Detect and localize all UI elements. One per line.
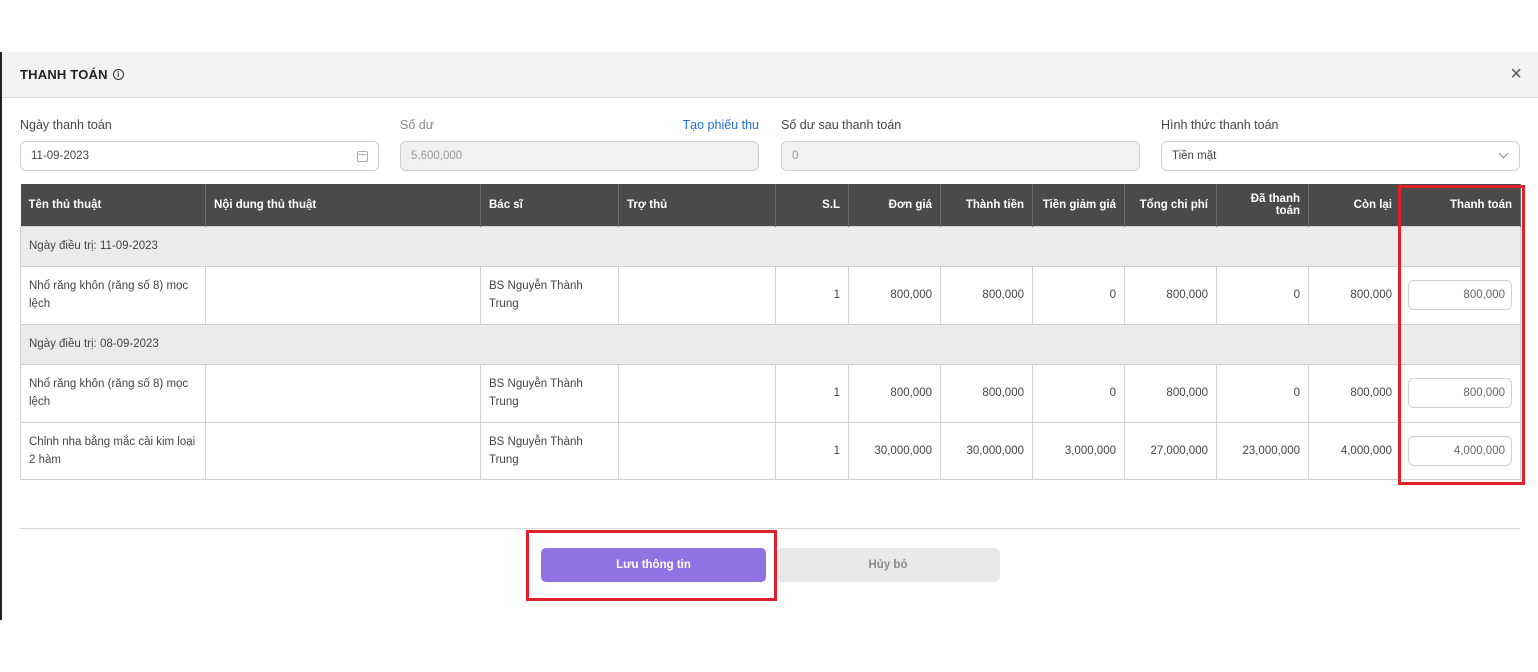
- modal-title: THANH TOÁN: [20, 67, 108, 82]
- col-header-doctor: Bác sĩ: [480, 184, 619, 226]
- payment-date-value: 11-09-2023: [31, 150, 89, 162]
- treatment-date-label: Ngày điều trị: 08-09-2023: [20, 323, 1521, 365]
- col-header-payment: Thanh toán: [1400, 184, 1521, 226]
- cell-doctor: BS Nguyễn Thành Trung: [480, 421, 619, 480]
- cell-discount: 3,000,000: [1032, 421, 1125, 480]
- cell-assistant: [618, 363, 776, 423]
- cell-discount: 0: [1032, 363, 1125, 423]
- balance-after-input: 0: [781, 141, 1140, 171]
- payment-method-value: Tiền mặt: [1172, 150, 1217, 162]
- cell-unit-price: 800,000: [848, 363, 941, 423]
- cell-payment: 4,000,000: [1400, 421, 1521, 480]
- info-icon[interactable]: i: [112, 69, 124, 80]
- create-receipt-link[interactable]: Tạo phiếu thu: [683, 118, 759, 132]
- table-row: Chỉnh nha bằng mắc cài kim loại 2 hàm BS…: [20, 421, 1521, 480]
- cell-paid: 23,000,000: [1216, 421, 1309, 480]
- cell-procedure: Chỉnh nha bằng mắc cài kim loại 2 hàm: [20, 421, 206, 480]
- cancel-button[interactable]: Hủy bỏ: [776, 548, 1000, 582]
- balance-input: 5,600,000: [400, 141, 759, 171]
- col-header-content: Nội dung thủ thuật: [205, 184, 481, 226]
- cell-qty: 1: [775, 363, 849, 423]
- balance-field: Số dư Tạo phiếu thu 5,600,000: [400, 118, 759, 171]
- payment-amount-input[interactable]: 800,000: [1408, 280, 1512, 310]
- col-header-procedure: Tên thủ thuật: [20, 184, 206, 226]
- payment-amount-input[interactable]: 800,000: [1408, 378, 1512, 408]
- cell-amount: 30,000,000: [940, 421, 1033, 480]
- cell-content: [205, 363, 481, 423]
- calendar-icon[interactable]: [357, 151, 368, 162]
- payment-method-field: Hình thức thanh toán Tiền mặt: [1161, 118, 1520, 171]
- payment-form: Ngày thanh toán 11-09-2023 Số dư Tạo phi…: [20, 118, 1520, 171]
- cell-unit-price: 800,000: [848, 265, 941, 325]
- cell-remaining: 800,000: [1308, 265, 1401, 325]
- cell-content: [205, 265, 481, 325]
- col-header-assistant: Trợ thủ: [618, 184, 776, 226]
- col-header-amount: Thành tiền: [940, 184, 1033, 226]
- cell-total: 800,000: [1124, 363, 1217, 423]
- save-button[interactable]: Lưu thông tin: [541, 548, 766, 582]
- cell-payment: 800,000: [1400, 265, 1521, 325]
- table-header-row: Tên thủ thuật Nội dung thủ thuật Bác sĩ …: [20, 184, 1521, 226]
- col-header-unit-price: Đơn giá: [848, 184, 941, 226]
- cell-amount: 800,000: [940, 265, 1033, 325]
- col-header-total: Tổng chi phí: [1124, 184, 1217, 226]
- treatment-date-label: Ngày điều trị: 11-09-2023: [20, 225, 1521, 267]
- col-header-discount: Tiền giảm giá: [1032, 184, 1125, 226]
- cell-assistant: [618, 421, 776, 480]
- payment-method-label: Hình thức thanh toán: [1161, 118, 1279, 132]
- chevron-down-icon: [1498, 148, 1509, 159]
- balance-after-label: Số dư sau thanh toán: [781, 118, 902, 132]
- cell-assistant: [618, 265, 776, 325]
- col-header-qty: S.L: [775, 184, 849, 226]
- payment-date-input[interactable]: 11-09-2023: [20, 141, 379, 171]
- footer-divider: [20, 528, 1520, 529]
- payment-amount-input[interactable]: 4,000,000: [1408, 435, 1512, 466]
- col-header-remaining: Còn lại: [1308, 184, 1401, 226]
- cell-amount: 800,000: [940, 363, 1033, 423]
- procedures-table-wrap: Tên thủ thuật Nội dung thủ thuật Bác sĩ …: [20, 184, 1521, 480]
- balance-after-field: Số dư sau thanh toán 0: [781, 118, 1140, 171]
- col-header-paid: Đã thanh toán: [1216, 184, 1309, 226]
- cell-procedure: Nhổ răng khôn (răng số 8) mọc lệch: [20, 363, 206, 423]
- cell-content: [205, 421, 481, 480]
- balance-after-value: 0: [792, 150, 799, 162]
- cell-doctor: BS Nguyễn Thành Trung: [480, 363, 619, 423]
- modal-header: THANH TOÁN i ×: [2, 52, 1538, 98]
- treatment-date-group: Ngày điều trị: 11-09-2023: [20, 225, 1521, 267]
- close-icon[interactable]: ×: [1510, 64, 1522, 84]
- cell-total: 800,000: [1124, 265, 1217, 325]
- cell-paid: 0: [1216, 265, 1309, 325]
- cell-unit-price: 30,000,000: [848, 421, 941, 480]
- payment-modal: THANH TOÁN i × Ngày thanh toán 11-09-202…: [0, 52, 1538, 620]
- cell-qty: 1: [775, 421, 849, 480]
- treatment-date-group: Ngày điều trị: 08-09-2023: [20, 323, 1521, 365]
- cell-qty: 1: [775, 265, 849, 325]
- payment-date-field: Ngày thanh toán 11-09-2023: [20, 118, 379, 171]
- cell-procedure: Nhổ răng khôn (răng số 8) mọc lệch: [20, 265, 206, 325]
- cell-paid: 0: [1216, 363, 1309, 423]
- procedures-table: Tên thủ thuật Nội dung thủ thuật Bác sĩ …: [20, 184, 1521, 480]
- payment-method-select[interactable]: Tiền mặt: [1161, 141, 1520, 171]
- cell-doctor: BS Nguyễn Thành Trung: [480, 265, 619, 325]
- cell-discount: 0: [1032, 265, 1125, 325]
- table-row: Nhổ răng khôn (răng số 8) mọc lệch BS Ng…: [20, 265, 1521, 325]
- cell-remaining: 4,000,000: [1308, 421, 1401, 480]
- cell-payment: 800,000: [1400, 363, 1521, 423]
- cell-total: 27,000,000: [1124, 421, 1217, 480]
- payment-date-label: Ngày thanh toán: [20, 118, 112, 132]
- balance-value: 5,600,000: [411, 150, 463, 162]
- cell-remaining: 800,000: [1308, 363, 1401, 423]
- table-row: Nhổ răng khôn (răng số 8) mọc lệch BS Ng…: [20, 363, 1521, 423]
